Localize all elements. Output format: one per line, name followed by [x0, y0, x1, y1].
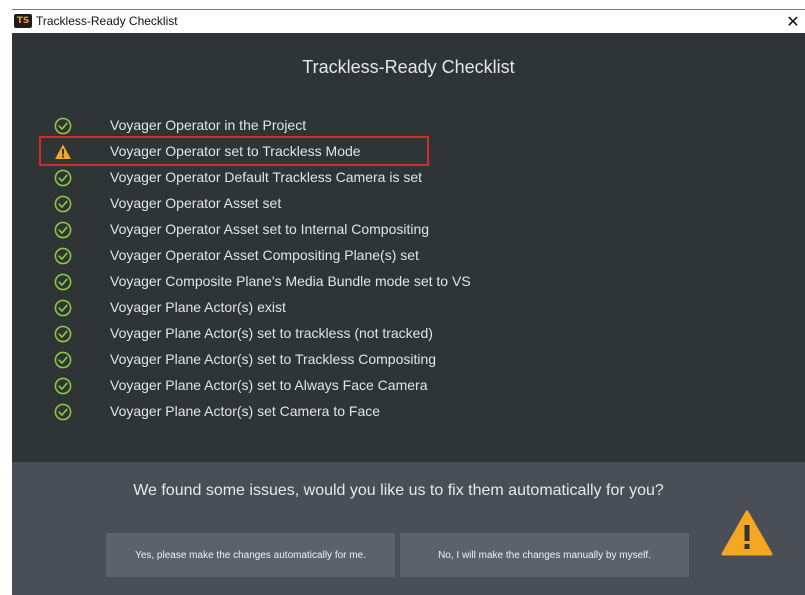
- checklist-item: Voyager Operator Default Trackless Camer…: [12, 165, 805, 191]
- checklist-item: Voyager Plane Actor(s) set to Trackless …: [12, 347, 805, 373]
- checklist-item: Voyager Plane Actor(s) set to Always Fac…: [12, 373, 805, 399]
- manual-fix-button[interactable]: No, I will make the changes manually by …: [400, 533, 689, 577]
- checklist-item-label: Voyager Plane Actor(s) set to Trackless …: [110, 351, 437, 367]
- check-circle-icon: [54, 247, 72, 265]
- title-bar-border: [12, 9, 805, 10]
- checklist-item-label: Voyager Operator Default Trackless Camer…: [110, 169, 423, 185]
- check-circle-icon: [54, 195, 72, 213]
- checklist-item-label: Voyager Plane Actor(s) set Camera to Fac…: [110, 403, 381, 419]
- issue-highlight: [39, 136, 429, 166]
- checklist-item: Voyager Plane Actor(s) exist: [12, 295, 805, 321]
- check-circle-icon: [54, 299, 72, 317]
- checklist-item-label: Voyager Plane Actor(s) set to trackless …: [110, 325, 433, 341]
- auto-fix-button[interactable]: Yes, please make the changes automatical…: [106, 533, 395, 577]
- check-circle-icon: [54, 117, 72, 135]
- checklist-item-label: Voyager Operator Asset set to Internal C…: [110, 221, 430, 237]
- checklist-item-label: Voyager Operator Asset Compositing Plane…: [110, 247, 419, 263]
- checklist-item: Voyager Plane Actor(s) set Camera to Fac…: [12, 399, 805, 425]
- check-circle-icon: [54, 273, 72, 291]
- app-logo-icon: TS: [14, 14, 32, 28]
- checklist-item: Voyager Operator Asset Compositing Plane…: [12, 243, 805, 269]
- check-circle-icon: [54, 377, 72, 395]
- fix-prompt-question: We found some issues, would you like us …: [133, 482, 664, 499]
- checklist-item-label: Voyager Operator in the Project: [110, 117, 307, 133]
- checklist-item-label: Voyager Composite Plane's Media Bundle m…: [110, 273, 471, 289]
- checklist-item: Voyager Composite Plane's Media Bundle m…: [12, 269, 805, 295]
- warning-icon: [721, 510, 773, 556]
- checklist-item-label: Voyager Operator Asset set: [110, 195, 282, 211]
- title-bar: TS Trackless-Ready Checklist ✕: [12, 9, 805, 33]
- checklist-item-label: Voyager Plane Actor(s) exist: [110, 299, 286, 315]
- window-title: Trackless-Ready Checklist: [36, 14, 178, 28]
- fix-prompt-panel: We found some issues, would you like us …: [12, 462, 805, 595]
- close-button[interactable]: ✕: [783, 11, 803, 31]
- check-circle-icon: [54, 169, 72, 187]
- checklist-window: TS Trackless-Ready Checklist ✕ Trackless…: [12, 9, 805, 595]
- check-circle-icon: [54, 325, 72, 343]
- checklist-item: Voyager Operator Asset set: [12, 191, 805, 217]
- check-circle-icon: [54, 351, 72, 369]
- page-title: Trackless-Ready Checklist: [302, 57, 515, 77]
- checklist-item: Voyager Plane Actor(s) set to trackless …: [12, 321, 805, 347]
- checklist-item-label: Voyager Plane Actor(s) set to Always Fac…: [110, 377, 428, 393]
- check-circle-icon: [54, 403, 72, 421]
- check-circle-icon: [54, 221, 72, 239]
- checklist-item: Voyager Operator Asset set to Internal C…: [12, 217, 805, 243]
